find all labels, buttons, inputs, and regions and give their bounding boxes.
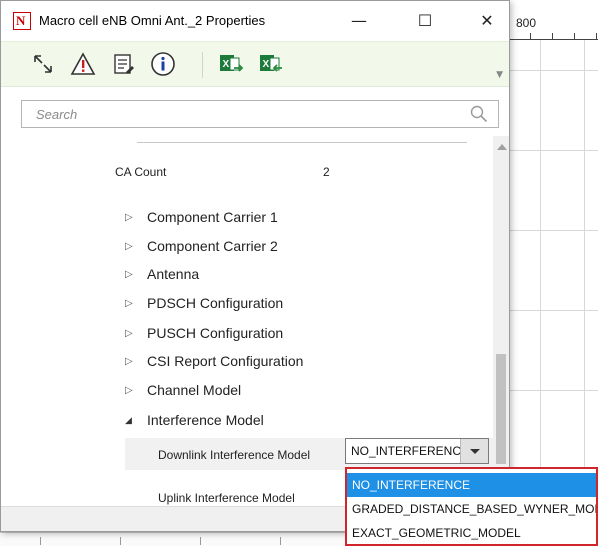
tree-item-label: Channel Model [147,382,242,398]
scroll-thumb[interactable] [496,354,506,464]
minimize-button[interactable]: — [345,9,373,33]
svg-text:X: X [223,59,230,70]
warning-icon[interactable] [67,48,99,80]
scroll-up-icon[interactable] [497,144,507,150]
tree-item-label: PDSCH Configuration [147,295,284,311]
tree-item-label: Antenna [147,266,200,282]
tree-item-label: Component Carrier 2 [147,238,278,254]
vertical-scrollbar[interactable] [493,136,509,506]
top-ruler: 800 [510,0,598,40]
tree-item-component-carrier-2[interactable]: ▷ Component Carrier 2 [125,235,278,257]
ruler-tick [120,537,121,545]
toolbar: X X ▼ [1,41,509,87]
uplink-interference-label: Uplink Interference Model [158,491,295,505]
tree-item-csi-report-configuration[interactable]: ▷ CSI Report Configuration [125,350,303,372]
info-icon[interactable] [147,48,179,80]
expand-icon[interactable] [27,48,59,80]
tree-item-component-carrier-1[interactable]: ▷ Component Carrier 1 [125,206,278,228]
option-no-interference[interactable]: NO_INTERFERENCE [347,473,596,497]
maximize-button[interactable]: ☐ [411,9,439,33]
option-exact-geometric-model[interactable]: EXACT_GEOMETRIC_MODEL [347,521,596,544]
ruler-tick [574,33,575,39]
downlink-interference-select[interactable]: NO_INTERFERENCE [345,438,489,464]
import-excel-icon[interactable]: X [255,48,287,80]
window-title: Macro cell eNB Omni Ant._2 Properties [39,13,266,28]
tree-item-label: Component Carrier 1 [147,209,278,225]
close-button[interactable]: ✕ [473,9,501,33]
toolbar-separator [202,52,203,78]
app-logo-icon: N [13,12,31,30]
expand-arrow-icon[interactable]: ▷ [125,298,147,309]
notes-icon[interactable] [107,48,139,80]
ruler-tick [530,33,531,39]
ruler-tick [552,33,553,39]
tree-item-interference-model[interactable]: ◢ Interference Model [125,409,264,431]
tree-item-label: PUSCH Configuration [147,325,284,341]
tree-item-pusch-configuration[interactable]: ▷ PUSCH Configuration [125,322,283,344]
expand-arrow-icon[interactable]: ▷ [125,328,147,339]
export-excel-icon[interactable]: X [215,48,247,80]
tree-item-antenna[interactable]: ▷ Antenna [125,263,199,285]
ruler-tick [40,537,41,545]
ca-count-label: CA Count [115,165,167,179]
expand-arrow-icon[interactable]: ▷ [125,356,147,367]
collapse-arrow-icon[interactable]: ◢ [125,415,147,426]
ruler-tick [596,33,597,39]
toolbar-overflow-icon[interactable]: ▼ [496,70,503,80]
tree-item-channel-model[interactable]: ▷ Channel Model [125,379,241,401]
svg-text:X: X [263,59,270,70]
tree-item-label: CSI Report Configuration [147,353,304,369]
search-input[interactable] [22,101,462,127]
search-icon[interactable] [470,105,488,123]
chevron-down-icon[interactable] [460,439,488,463]
expand-arrow-icon[interactable]: ▷ [125,385,147,396]
interference-options-list: NO_INTERFERENCE GRADED_DISTANCE_BASED_WY… [345,467,598,546]
option-graded-distance-based-wyner-model[interactable]: GRADED_DISTANCE_BASED_WYNER_MODEL [347,497,596,521]
ruler-tick [280,537,281,545]
search-box [21,100,499,128]
ca-count-value: 2 [323,165,330,179]
divider [137,142,467,143]
expand-arrow-icon[interactable]: ▷ [125,269,147,280]
ruler-tick [200,537,201,545]
selected-value: NO_INTERFERENCE [351,444,470,458]
downlink-interference-label: Downlink Interference Model [158,448,311,462]
tree-item-pdsch-configuration[interactable]: ▷ PDSCH Configuration [125,292,283,314]
expand-arrow-icon[interactable]: ▷ [125,241,147,252]
expand-arrow-icon[interactable]: ▷ [125,212,147,223]
ruler-label: 800 [516,16,537,30]
title-bar[interactable]: N Macro cell eNB Omni Ant._2 Properties … [1,1,509,41]
tree-item-label: Interference Model [147,412,264,428]
